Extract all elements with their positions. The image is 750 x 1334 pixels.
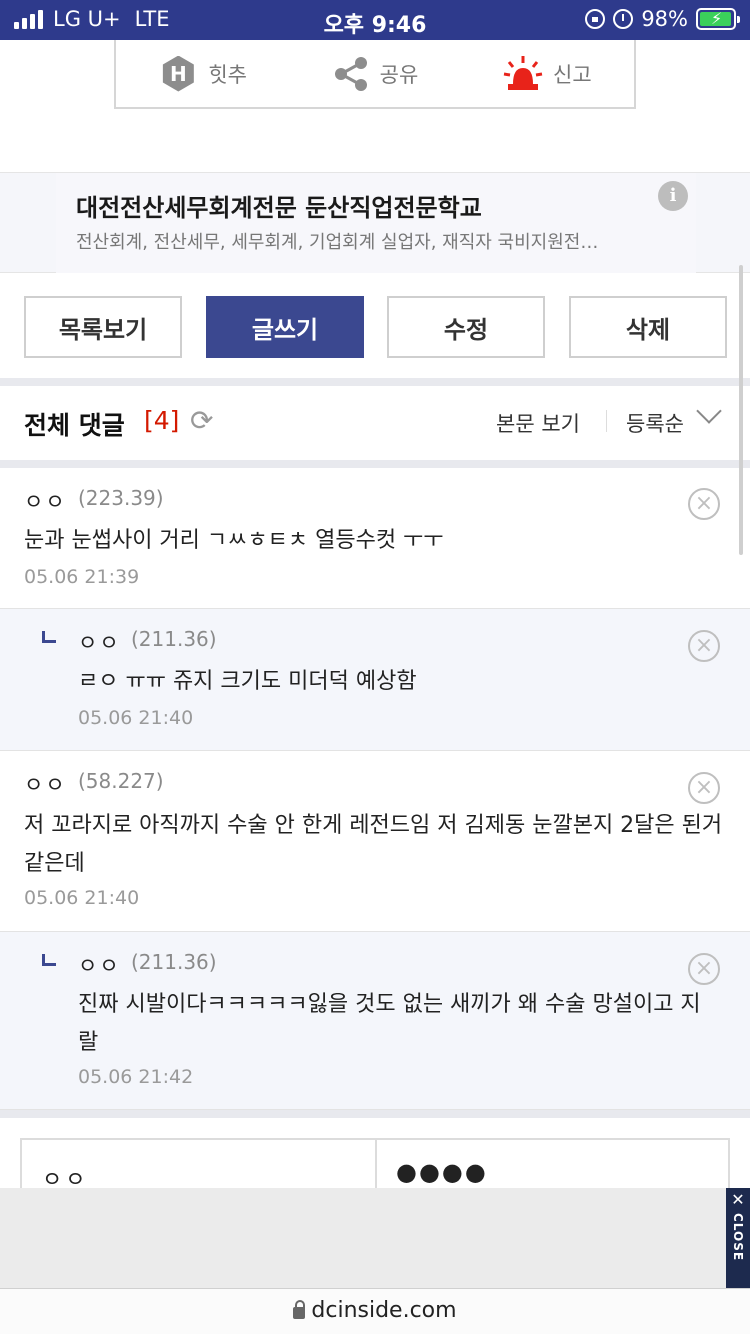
delete-comment-icon[interactable]: × [688,488,720,520]
comment-item: ㅇㅇ (223.39) × 눈과 눈썹사이 거리 ㄱㅆㅎㅌㅊ 열등수컷 ㅜㅜ 0… [0,468,750,609]
delete-comment-icon[interactable]: × [688,630,720,662]
comment-date: 05.06 21:40 [78,707,194,729]
comment-date: 05.06 21:39 [24,566,140,588]
share-button[interactable]: 공유 [332,55,419,93]
reply-arrow-icon [42,631,56,643]
siren-icon [503,55,543,90]
scrollbar[interactable] [739,265,743,555]
comment-ip: (211.36) [131,627,217,651]
section-divider [0,378,750,386]
close-ad-button[interactable]: ✕ CLOSE [726,1188,750,1288]
section-divider [0,1110,750,1118]
comment-nickname[interactable]: ㅇㅇ [24,769,67,799]
comment-ip: (58.227) [78,769,164,793]
write-button[interactable]: 글쓰기 [206,296,364,358]
comments-title: 전체 댓글 [24,411,125,440]
url-text: dcinside.com [311,1298,457,1323]
share-label: 공유 [379,62,419,87]
bottom-ad[interactable] [0,1188,750,1288]
section-divider [0,460,750,468]
recommend-label: 힛추 [208,62,247,87]
comment-nickname[interactable]: ㅇㅇ [78,950,121,980]
chevron-down-icon[interactable] [696,398,722,424]
refresh-icon[interactable]: ⟳ [190,406,213,436]
share-icon [334,56,367,91]
alarm-icon [613,9,634,29]
close-label: CLOSE [731,1213,745,1262]
comment-text: 진짜 시발이다ㅋㅋㅋㅋㅋ잃을 것도 없는 새끼가 왜 수술 망설이고 지랄 [78,992,701,1055]
rotation-lock-icon [585,9,606,29]
battery-percent: 98% [641,7,688,31]
delete-comment-icon[interactable]: × [688,772,720,804]
comment-nickname[interactable]: ㅇㅇ [24,486,67,516]
comment-text: 눈과 눈썹사이 거리 ㄱㅆㅎㅌㅊ 열등수컷 ㅜㅜ [24,528,444,553]
comment-date: 05.06 21:42 [78,1066,194,1088]
status-bar: LG U+ LTE 오후 9:46 98% ⚡ [0,0,750,40]
post-buttons: 목록보기 글쓰기 수정 삭제 [0,296,750,358]
comment-text: 저 꼬라지로 아직까지 수술 안 한게 레전드임 저 김제동 눈깔본지 2달은 … [24,813,723,876]
post-actions: H 힛추 공유 신고 [114,40,636,109]
delete-comment-icon[interactable]: × [688,953,720,985]
view-post-link[interactable]: 본문 보기 [496,408,580,438]
hit-recommend-icon: H [158,54,198,94]
comment-ip: (211.36) [131,950,217,974]
comment-text: ㄹㅇ ㅠㅠ 쥬지 크기도 미더덕 예상함 [78,669,417,694]
password-field[interactable]: ●●●● [396,1158,488,1186]
info-icon[interactable]: i [658,181,688,211]
sort-dropdown[interactable]: 등록순 [626,408,684,438]
battery-icon: ⚡ [696,8,740,30]
edit-button[interactable]: 수정 [387,296,545,358]
report-button[interactable]: 신고 [503,54,592,94]
separator [606,410,607,432]
delete-button[interactable]: 삭제 [569,296,727,358]
comment-item: ㅇㅇ (58.227) × 저 꼬라지로 아직까지 수술 안 한게 레전드임 저… [0,751,750,932]
reply-item: ㅇㅇ (211.36) × 진짜 시발이다ㅋㅋㅋㅋㅋ잃을 것도 없는 새끼가 왜… [0,932,750,1110]
report-label: 신고 [553,62,592,87]
url-bar[interactable]: dcinside.com [0,1288,750,1334]
comment-date: 05.06 21:40 [24,887,140,909]
reply-arrow-icon [42,954,56,966]
reply-item: ㅇㅇ (211.36) × ㄹㅇ ㅠㅠ 쥬지 크기도 미더덕 예상함 05.06… [0,609,750,751]
list-button[interactable]: 목록보기 [24,296,182,358]
comments-count: [4] [144,406,180,435]
comment-ip: (223.39) [78,486,164,510]
ad-description[interactable]: 전산회계, 전산세무, 세무회계, 기업회계 실업자, 재직자 국비지원전… [76,228,598,254]
ad-title[interactable]: 대전전산세무회계전문 둔산직업전문학교 [76,188,482,223]
comments-header: 전체 댓글 [4] ⟳ 본문 보기 등록순 [0,386,750,460]
lock-icon [293,1300,306,1319]
recommend-button[interactable]: H 힛추 [158,54,247,94]
close-icon: ✕ [731,1190,745,1209]
comment-nickname[interactable]: ㅇㅇ [78,627,121,657]
